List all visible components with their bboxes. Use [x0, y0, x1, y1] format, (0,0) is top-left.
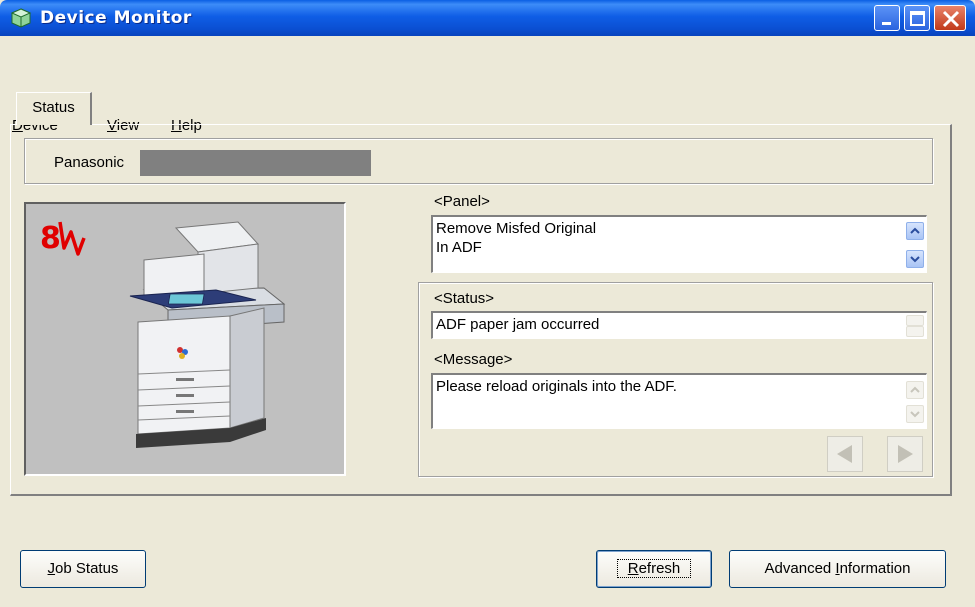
refresh-focus: Refresh	[616, 559, 692, 578]
advanced-label-rest: nformation	[839, 560, 911, 577]
status-field: ADF paper jam occurred	[431, 311, 927, 339]
refresh-mnemonic: R	[627, 560, 639, 577]
chevron-up-icon	[910, 386, 920, 393]
advanced-information-button[interactable]: Advanced Information	[729, 550, 946, 588]
maximize-icon	[910, 11, 925, 26]
status-value: ADF paper jam occurred	[436, 316, 600, 333]
refresh-label: efresh	[638, 560, 681, 577]
close-icon	[942, 10, 960, 28]
device-monitor-app-icon	[10, 8, 32, 28]
paper-jam-icon: 8	[40, 221, 86, 256]
chevron-down-icon	[910, 411, 920, 418]
model-redaction	[140, 150, 371, 176]
tab-status[interactable]: Status	[16, 92, 92, 125]
menu-bar: Device View Help	[0, 57, 975, 134]
job-status-button[interactable]: Job Status	[20, 550, 146, 588]
title-bar: Device Monitor	[0, 0, 975, 36]
copier-image: 8	[40, 221, 286, 448]
triangle-left-icon	[837, 445, 852, 463]
panel-display: Remove Misfed Original In ADF	[431, 215, 927, 273]
panel-scroll-down-button[interactable]	[906, 250, 924, 268]
panel-scroll-up-button[interactable]	[906, 222, 924, 240]
previous-message-button[interactable]	[827, 436, 863, 472]
panel-line-1: Remove Misfed Original	[436, 220, 597, 237]
status-spin-down	[906, 326, 924, 337]
chevron-down-icon	[910, 256, 920, 263]
advanced-label-prefix: Advanced	[764, 560, 836, 577]
triangle-right-icon	[898, 445, 913, 463]
job-status-label: ob Status	[55, 560, 119, 577]
panel-line-2: In ADF	[436, 239, 482, 256]
minimize-button[interactable]	[874, 5, 900, 31]
message-scrollbar	[906, 377, 924, 427]
message-value: Please reload originals into the ADF.	[436, 378, 677, 395]
message-field: Please reload originals into the ADF.	[431, 373, 927, 429]
close-button[interactable]	[934, 5, 966, 31]
svg-text:8: 8	[40, 221, 61, 256]
panel-label: <Panel>	[434, 193, 490, 210]
status-label: <Status>	[434, 290, 495, 307]
status-spinner	[906, 315, 924, 337]
message-scroll-down-button	[906, 405, 924, 423]
panel-scrollbar[interactable]	[906, 219, 924, 270]
minimize-icon	[882, 22, 891, 25]
next-message-button[interactable]	[887, 436, 923, 472]
message-label: <Message>	[434, 351, 513, 368]
device-image-frame: 8	[24, 202, 346, 476]
window-title: Device Monitor	[40, 8, 192, 28]
status-spin-up	[906, 315, 924, 326]
maximize-button[interactable]	[904, 5, 930, 31]
message-scroll-up-button	[906, 381, 924, 399]
chevron-up-icon	[910, 227, 920, 234]
device-manufacturer: Panasonic	[54, 154, 125, 171]
refresh-button[interactable]: Refresh	[596, 550, 712, 588]
job-status-mnemonic: J	[47, 560, 56, 577]
